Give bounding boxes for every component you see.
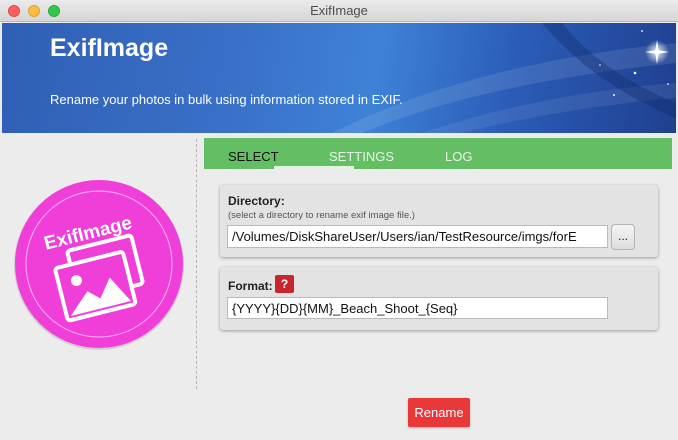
photos-icon: ExifImage: [14, 180, 184, 350]
tab-select[interactable]: SELECT: [228, 149, 279, 164]
app-window: ExifImage ExifImage Rename your photos i…: [0, 0, 678, 440]
tab-log[interactable]: LOG: [445, 149, 472, 164]
directory-hint: (select a directory to rename exif image…: [228, 210, 415, 221]
header-banner: ExifImage Rename your photos in bulk usi…: [2, 23, 676, 133]
close-window-button[interactable]: [8, 5, 20, 17]
tab-bar: SELECT SETTINGS LOG: [204, 138, 672, 169]
title-bar[interactable]: ExifImage: [0, 0, 678, 22]
format-label: Format:: [228, 279, 273, 293]
directory-path-input[interactable]: /Volumes/DiskShareUser/Users/ian/TestRes…: [227, 225, 608, 248]
directory-label: Directory:: [228, 194, 285, 208]
tab-settings[interactable]: SETTINGS: [329, 149, 394, 164]
format-help-button[interactable]: ?: [275, 275, 294, 293]
banner-subtitle: Rename your photos in bulk using informa…: [50, 92, 403, 107]
browse-directory-button[interactable]: ...: [611, 224, 635, 250]
format-input[interactable]: {YYYY}{DD}{MM}_Beach_Shoot_{Seq}: [227, 297, 608, 319]
directory-panel: Directory: (select a directory to rename…: [220, 185, 658, 257]
tab-indicator: [274, 166, 354, 169]
rename-button[interactable]: Rename: [408, 398, 470, 427]
format-panel: Format: ? {YYYY}{DD}{MM}_Beach_Shoot_{Se…: [220, 267, 658, 330]
minimize-window-button[interactable]: [28, 5, 40, 17]
banner-title: ExifImage: [50, 34, 169, 62]
zoom-window-button[interactable]: [48, 5, 60, 17]
window-title: ExifImage: [310, 3, 368, 18]
vertical-divider: [196, 139, 197, 389]
app-logo: ExifImage: [12, 178, 186, 352]
